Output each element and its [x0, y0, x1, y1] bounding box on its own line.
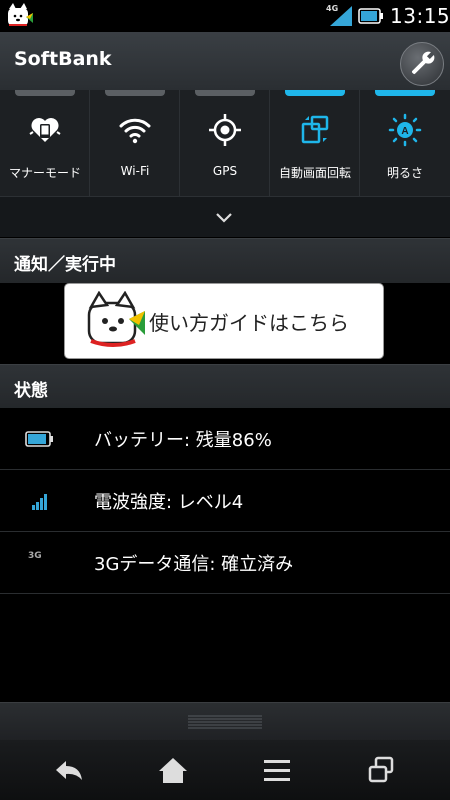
status-row-signal[interactable]: 電波強度: レベル4	[0, 470, 450, 532]
settings-button[interactable]	[400, 42, 444, 86]
section-title: 状態	[14, 381, 48, 401]
toggle-manner-mode[interactable]: マナーモード	[0, 90, 90, 196]
status-row-battery[interactable]: バッテリー: 残量86%	[0, 408, 450, 470]
signal-icon	[32, 494, 47, 510]
toggle-indicator	[105, 90, 165, 96]
clock: 13:15	[390, 4, 450, 28]
recent-apps-icon[interactable]	[354, 750, 408, 790]
status-row-data[interactable]: 3G 3Gデータ通信: 確立済み	[0, 532, 450, 594]
grip-icon	[188, 715, 262, 729]
battery-icon	[25, 431, 53, 447]
toggle-wifi[interactable]: Wi-Fi	[90, 90, 180, 196]
toggle-brightness[interactable]: A 明るさ	[360, 90, 450, 196]
softbank-dog-icon	[8, 3, 33, 26]
expand-toggles-button[interactable]	[0, 196, 450, 237]
navigation-bar	[0, 740, 450, 800]
status-row-text: バッテリー: 残量86%	[94, 430, 272, 451]
wifi-icon	[119, 118, 151, 144]
auto-rotate-icon	[301, 115, 329, 144]
toggle-gps[interactable]: GPS	[180, 90, 270, 196]
toggle-indicator	[375, 90, 435, 96]
status-row-text: 電波強度: レベル4	[94, 492, 244, 513]
quick-settings-panel: マナーモード Wi-Fi GPS 自動画面回転 A 明るさ	[0, 90, 450, 196]
notification-header: SoftBank	[0, 32, 450, 91]
svg-text:A: A	[401, 126, 408, 137]
toggle-label: 明るさ	[386, 166, 423, 180]
wrench-icon	[412, 51, 435, 74]
notifications-section-header: 通知／実行中	[0, 238, 450, 283]
toggle-label: マナーモード	[8, 166, 81, 180]
guide-banner-text: 使い方ガイドはこちら	[149, 311, 349, 335]
3g-icon: 3G	[28, 551, 42, 561]
toggle-label: Wi-Fi	[120, 164, 150, 178]
chevron-down-icon	[216, 213, 232, 223]
home-icon[interactable]	[146, 750, 200, 790]
toggle-indicator	[195, 90, 255, 96]
back-icon[interactable]	[42, 750, 96, 790]
toggle-indicator	[15, 90, 75, 96]
status-row-text: 3Gデータ通信: 確立済み	[94, 554, 294, 575]
gps-icon	[209, 114, 241, 146]
battery-icon	[358, 8, 383, 24]
brightness-icon: A	[388, 113, 422, 147]
status-section-header: 状態	[0, 364, 450, 409]
manner-mode-icon	[29, 118, 61, 142]
softbank-dog-icon	[87, 291, 145, 347]
toggle-auto-rotate[interactable]: 自動画面回転	[270, 90, 360, 196]
toggle-label: GPS	[212, 164, 238, 178]
status-bar: 4G 13:15	[0, 0, 450, 32]
guide-banner[interactable]: 使い方ガイドはこちら	[64, 283, 384, 359]
toggle-label: 自動画面回転	[278, 166, 351, 180]
menu-icon[interactable]	[250, 750, 304, 790]
signal-strength-icon	[330, 6, 352, 26]
toggle-indicator	[285, 90, 345, 96]
carrier-name: SoftBank	[14, 48, 112, 70]
section-title: 通知／実行中	[14, 255, 116, 275]
close-panel-handle[interactable]	[0, 702, 450, 741]
